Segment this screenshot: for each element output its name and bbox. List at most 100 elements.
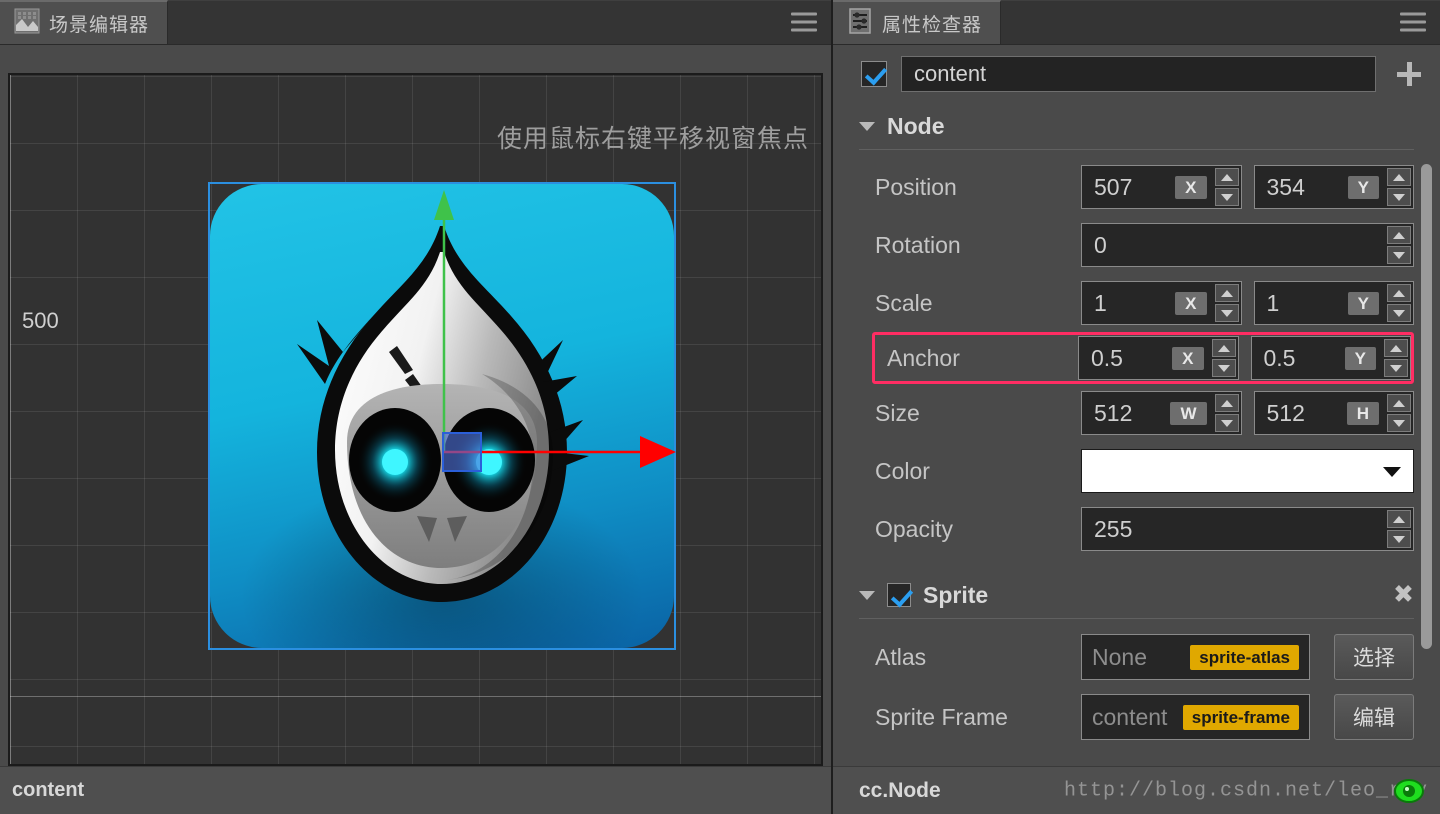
stepper-down-icon[interactable] bbox=[1214, 304, 1239, 322]
atlas-select-button[interactable]: 选择 bbox=[1334, 634, 1414, 680]
cocos-mascot-artwork bbox=[297, 226, 589, 602]
atlas-asset-type-badge: sprite-atlas bbox=[1190, 644, 1299, 670]
property-label-rotation: Rotation bbox=[875, 231, 961, 258]
stepper-down-icon[interactable] bbox=[1214, 414, 1239, 432]
scene-canvas[interactable]: 使用鼠标右键平移视窗焦点 500 0 500 bbox=[8, 73, 823, 766]
position-y-field[interactable]: 354 Y bbox=[1253, 165, 1414, 209]
size-h-stepper[interactable] bbox=[1387, 394, 1411, 432]
stepper-up-icon[interactable] bbox=[1387, 394, 1411, 412]
scale-x-stepper[interactable] bbox=[1214, 284, 1239, 322]
property-label-atlas: Atlas bbox=[875, 643, 927, 670]
sprite-enabled-checkbox[interactable] bbox=[887, 583, 911, 607]
anchor-y-stepper[interactable] bbox=[1384, 339, 1408, 377]
tab-scene-editor[interactable]: 场景编辑器 bbox=[0, 0, 169, 44]
property-row-anchor: Anchor 0.5 X 0.5 Y bbox=[872, 332, 1414, 384]
scale-x-value: 1 bbox=[1094, 289, 1107, 316]
scale-y-stepper[interactable] bbox=[1387, 284, 1411, 322]
tab-scene-editor-label: 场景编辑器 bbox=[49, 13, 150, 36]
position-x-stepper[interactable] bbox=[1214, 168, 1239, 206]
position-y-stepper[interactable] bbox=[1387, 168, 1411, 206]
caret-down-icon[interactable] bbox=[859, 121, 875, 131]
sprite-section-header[interactable]: Sprite ✖ bbox=[859, 572, 1414, 618]
node-name-input[interactable] bbox=[901, 56, 1376, 92]
ruler-label-y-500: 500 bbox=[22, 308, 59, 333]
color-swatch-picker[interactable] bbox=[1081, 449, 1414, 493]
scale-x-field[interactable]: 1 X bbox=[1081, 281, 1242, 325]
stepper-up-icon[interactable] bbox=[1387, 510, 1411, 528]
sprite-preview-image bbox=[210, 184, 674, 648]
node-section-header[interactable]: Node bbox=[859, 103, 1414, 149]
scale-y-field[interactable]: 1 Y bbox=[1253, 281, 1414, 325]
stepper-down-icon[interactable] bbox=[1387, 188, 1411, 206]
anchor-point-handle[interactable] bbox=[442, 432, 482, 472]
scene-toolbar-strip bbox=[0, 45, 831, 73]
axis-tag-x: X bbox=[1175, 291, 1207, 315]
stepper-down-icon[interactable] bbox=[1387, 414, 1411, 432]
property-row-sprite-frame: Sprite Frame content sprite-frame 编辑 bbox=[859, 687, 1414, 747]
stepper-up-icon[interactable] bbox=[1211, 339, 1236, 357]
scale-y-value: 1 bbox=[1266, 289, 1280, 316]
tab-property-inspector[interactable]: 属性检查器 bbox=[833, 0, 1002, 44]
scene-editor-panel: 场景编辑器 使用鼠标右键平移视窗焦点 500 0 500 bbox=[0, 0, 833, 814]
selected-node-bounds[interactable] bbox=[208, 182, 676, 650]
rotation-field[interactable]: 0 bbox=[1081, 223, 1414, 267]
opacity-value: 255 bbox=[1094, 515, 1133, 542]
node-section-divider bbox=[859, 149, 1414, 150]
stepper-down-icon[interactable] bbox=[1214, 188, 1239, 206]
size-w-field[interactable]: 512 W bbox=[1081, 391, 1242, 435]
anchor-x-field[interactable]: 0.5 X bbox=[1078, 336, 1239, 380]
axis-tag-y: Y bbox=[1347, 175, 1379, 199]
property-label-color: Color bbox=[875, 457, 930, 484]
stepper-up-icon[interactable] bbox=[1214, 168, 1239, 186]
scene-image-icon bbox=[14, 8, 40, 39]
hamburger-menu-icon[interactable] bbox=[1400, 12, 1426, 32]
atlas-asset-field[interactable]: None sprite-atlas bbox=[1081, 634, 1310, 680]
axis-tag-w: W bbox=[1170, 401, 1207, 425]
opacity-field[interactable]: 255 bbox=[1081, 507, 1414, 551]
sprite-section-divider bbox=[859, 618, 1414, 619]
anchor-y-value: 0.5 bbox=[1263, 344, 1296, 371]
inspector-scrollbar[interactable] bbox=[1421, 109, 1432, 718]
inspector-scrollbar-thumb[interactable] bbox=[1421, 164, 1432, 649]
stepper-down-icon[interactable] bbox=[1387, 246, 1411, 264]
atlas-asset-name: None bbox=[1092, 643, 1147, 670]
node-enabled-checkbox[interactable] bbox=[861, 61, 887, 87]
stepper-up-icon[interactable] bbox=[1214, 394, 1239, 412]
tabbar-empty-space bbox=[168, 0, 831, 44]
scene-editor-tabbar: 场景编辑器 bbox=[0, 0, 831, 45]
size-h-field[interactable]: 512 H bbox=[1253, 391, 1414, 435]
stepper-down-icon[interactable] bbox=[1387, 530, 1411, 548]
size-w-value: 512 bbox=[1094, 399, 1133, 426]
stepper-down-icon[interactable] bbox=[1211, 359, 1236, 377]
position-x-field[interactable]: 507 X bbox=[1081, 165, 1242, 209]
stepper-down-icon[interactable] bbox=[1384, 359, 1408, 377]
stepper-down-icon[interactable] bbox=[1387, 304, 1411, 322]
size-w-stepper[interactable] bbox=[1214, 394, 1239, 432]
opacity-stepper[interactable] bbox=[1387, 510, 1411, 548]
sprite-section-title: Sprite bbox=[923, 581, 989, 608]
inspector-tabbar-empty-space bbox=[1001, 0, 1440, 44]
add-component-plus-icon[interactable] bbox=[1390, 55, 1428, 93]
tab-property-inspector-label: 属性检查器 bbox=[882, 13, 983, 36]
stepper-up-icon[interactable] bbox=[1387, 226, 1411, 244]
close-x-icon[interactable]: ✖ bbox=[1393, 582, 1414, 608]
anchor-y-field[interactable]: 0.5 Y bbox=[1250, 336, 1411, 380]
stepper-up-icon[interactable] bbox=[1384, 339, 1408, 357]
anchor-x-stepper[interactable] bbox=[1211, 339, 1236, 377]
rotation-value: 0 bbox=[1094, 231, 1107, 258]
property-row-opacity: Opacity 255 bbox=[859, 500, 1414, 558]
rotation-stepper[interactable] bbox=[1387, 226, 1411, 264]
sprite-frame-asset-field[interactable]: content sprite-frame bbox=[1081, 694, 1310, 740]
property-label-size: Size bbox=[875, 399, 920, 426]
scene-statusbar: content bbox=[0, 766, 831, 814]
green-eye-logo-icon bbox=[1394, 778, 1424, 803]
stepper-up-icon[interactable] bbox=[1387, 284, 1411, 302]
sprite-frame-edit-button[interactable]: 编辑 bbox=[1334, 694, 1414, 740]
stepper-up-icon[interactable] bbox=[1214, 284, 1239, 302]
property-label-opacity: Opacity bbox=[875, 515, 953, 542]
stepper-up-icon[interactable] bbox=[1387, 168, 1411, 186]
property-label-sprite-frame: Sprite Frame bbox=[875, 703, 1008, 730]
caret-down-icon[interactable] bbox=[859, 590, 875, 600]
statusbar-node-name: content bbox=[12, 779, 85, 801]
hamburger-menu-icon[interactable] bbox=[791, 12, 817, 32]
